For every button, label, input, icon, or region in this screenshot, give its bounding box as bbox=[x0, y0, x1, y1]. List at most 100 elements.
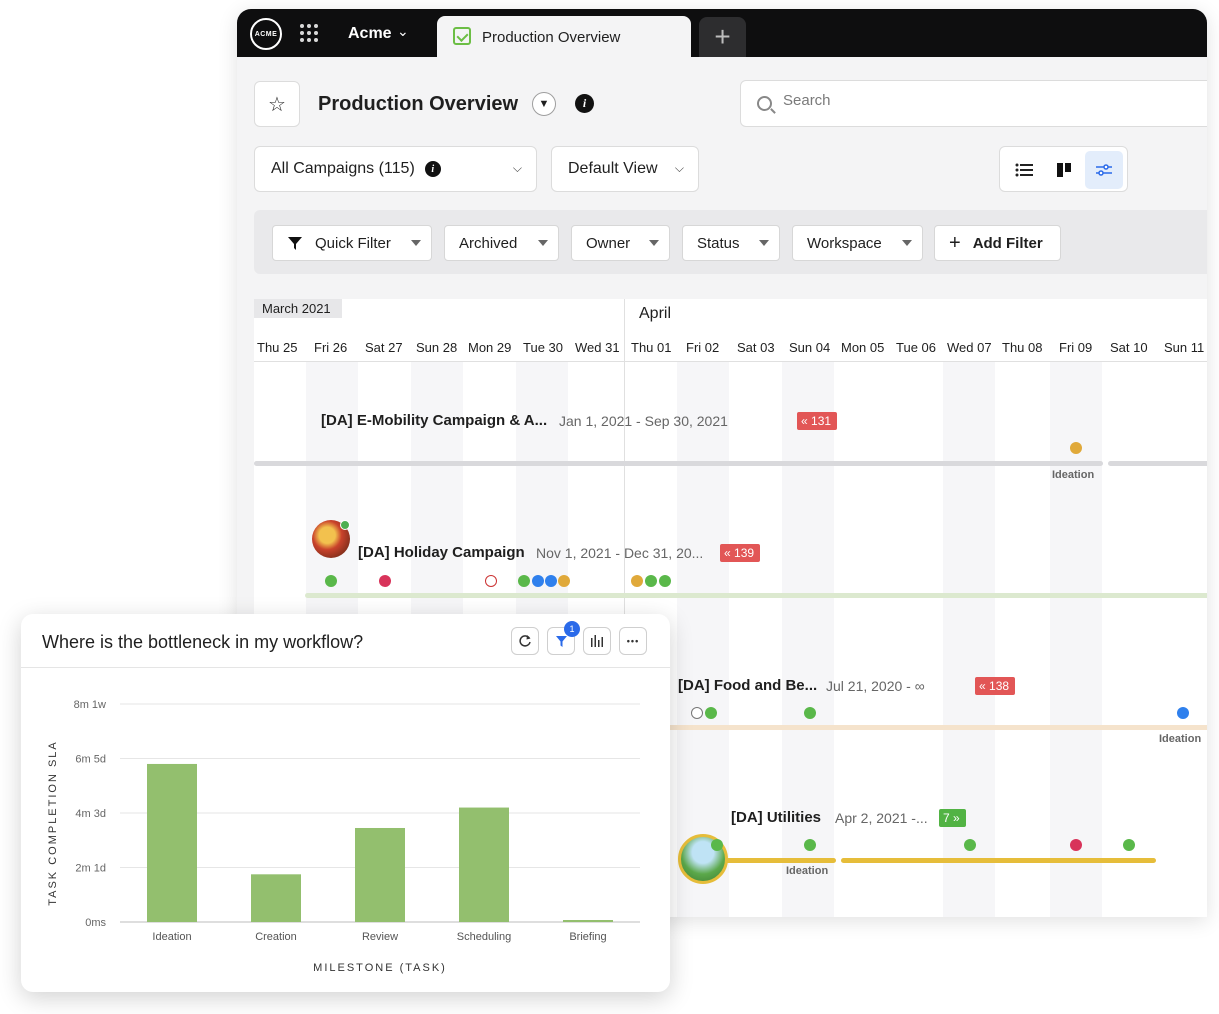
day-label: Fri 09 bbox=[1059, 340, 1093, 355]
app-grid-icon[interactable] bbox=[300, 24, 318, 42]
y-tick-label: 2m 1d bbox=[75, 863, 106, 875]
milestone-dot[interactable] bbox=[631, 575, 643, 587]
owner-label: Owner bbox=[586, 234, 631, 252]
refresh-button[interactable] bbox=[511, 627, 539, 655]
campaigns-dropdown[interactable]: All Campaigns (115) i ⌵ bbox=[254, 146, 537, 192]
timeline-view-button[interactable] bbox=[1085, 151, 1123, 189]
bar-chart-icon bbox=[591, 635, 603, 647]
header-divider bbox=[254, 361, 1207, 362]
milestone-dot[interactable] bbox=[379, 575, 391, 587]
milestone-dot[interactable] bbox=[1177, 707, 1189, 719]
tab-production-overview[interactable]: Production Overview bbox=[437, 16, 691, 57]
status-filter[interactable]: Status bbox=[682, 225, 780, 261]
info-icon[interactable]: i bbox=[575, 94, 594, 113]
board-view-button[interactable] bbox=[1045, 151, 1083, 189]
title-dropdown-button[interactable]: ▼ bbox=[532, 92, 556, 116]
workspace-label: Workspace bbox=[807, 234, 882, 252]
campaign-title[interactable]: [DA] Utilities bbox=[731, 809, 821, 826]
card-title: Where is the bottleneck in my workflow? bbox=[42, 632, 364, 652]
overdue-flag[interactable]: « 131 bbox=[797, 412, 838, 430]
view-toggle-group bbox=[999, 146, 1128, 192]
view-dropdown[interactable]: Default View ⌵ bbox=[551, 146, 699, 192]
day-label: Sun 28 bbox=[416, 340, 458, 355]
view-dropdown-label: Default View bbox=[568, 160, 658, 177]
month-label-march: March 2021 bbox=[254, 299, 342, 318]
top-bar: ACME Acme ⌄ Production Overview + bbox=[237, 9, 1207, 57]
campaign-bar[interactable] bbox=[634, 725, 1207, 730]
day-label: Sat 27 bbox=[365, 340, 403, 355]
campaign-dates: Nov 1, 2021 - Dec 31, 20... bbox=[536, 545, 704, 561]
day-label: Fri 02 bbox=[686, 340, 720, 355]
milestone-dot[interactable] bbox=[558, 575, 570, 587]
milestone-dot[interactable] bbox=[964, 839, 976, 851]
flag-count: 131 bbox=[811, 414, 832, 428]
milestone-dot[interactable] bbox=[1070, 839, 1082, 851]
campaign-title[interactable]: [DA] E-Mobility Campaign & A... bbox=[321, 412, 547, 429]
weekend-stripe bbox=[943, 362, 995, 917]
favorite-star-button[interactable]: ☆ bbox=[254, 81, 300, 127]
milestone-dot[interactable] bbox=[705, 707, 717, 719]
overdue-flag[interactable]: « 138 bbox=[975, 677, 1016, 695]
milestone-dot[interactable] bbox=[518, 575, 530, 587]
bar bbox=[147, 763, 197, 922]
milestone-dot[interactable] bbox=[545, 575, 557, 587]
campaign-title[interactable]: [DA] Food and Be... bbox=[678, 677, 817, 694]
y-tick-label: 8m 1w bbox=[74, 699, 106, 711]
campaign-dates: Jul 21, 2020 - ∞ bbox=[826, 678, 925, 694]
day-label: Sat 10 bbox=[1110, 340, 1148, 355]
caret-down-icon bbox=[411, 240, 421, 246]
milestone-dot[interactable] bbox=[1123, 839, 1135, 851]
chevron-down-icon[interactable]: ⌄ bbox=[397, 23, 409, 40]
campaigns-dropdown-label: All Campaigns (115) bbox=[271, 160, 415, 177]
day-label: Wed 07 bbox=[947, 340, 992, 355]
day-label: Sun 04 bbox=[789, 340, 831, 355]
y-axis-label: TASK COMPLETION SLA bbox=[47, 740, 59, 906]
chart-type-button[interactable] bbox=[583, 627, 611, 655]
campaign-bar[interactable] bbox=[305, 593, 1207, 598]
workspace-filter[interactable]: Workspace bbox=[792, 225, 923, 261]
milestone-dot[interactable] bbox=[691, 707, 703, 719]
day-label: Mon 05 bbox=[841, 340, 885, 355]
board-icon bbox=[1057, 163, 1071, 177]
search-input[interactable] bbox=[783, 92, 1183, 109]
milestone-dot[interactable] bbox=[659, 575, 671, 587]
campaign-bar[interactable] bbox=[724, 858, 836, 863]
add-tab-button[interactable]: + bbox=[699, 17, 746, 57]
caret-down-icon bbox=[649, 240, 659, 246]
chevron-down-icon: ⌵ bbox=[512, 161, 522, 175]
bar bbox=[563, 920, 613, 922]
quick-filter-button[interactable]: Quick Filter bbox=[272, 225, 432, 261]
acme-logo[interactable]: ACME bbox=[250, 18, 282, 50]
milestone-dot[interactable] bbox=[325, 575, 337, 587]
campaign-bar[interactable] bbox=[254, 461, 1103, 466]
milestone-dot[interactable] bbox=[711, 839, 723, 851]
double-chevron-left-icon: « bbox=[979, 679, 990, 693]
add-filter-button[interactable]: + Add Filter bbox=[934, 225, 1061, 261]
bar-chart: 0ms 2m 1d 4m 3d 6m 5d 8m 1w Ideation Creation R… bbox=[47, 699, 640, 974]
calendar-check-icon bbox=[453, 27, 471, 45]
campaign-bar[interactable] bbox=[841, 858, 1156, 863]
overdue-flag[interactable]: « 139 bbox=[720, 544, 761, 562]
campaign-bar[interactable] bbox=[1108, 461, 1207, 466]
milestone-dot[interactable] bbox=[804, 707, 816, 719]
list-view-button[interactable] bbox=[1005, 151, 1043, 189]
plus-icon: + bbox=[949, 231, 961, 254]
milestone-dot[interactable] bbox=[645, 575, 657, 587]
milestone-dot[interactable] bbox=[804, 839, 816, 851]
org-switcher[interactable]: Acme bbox=[348, 25, 392, 43]
bar bbox=[459, 807, 509, 922]
more-options-button[interactable]: ••• bbox=[619, 627, 647, 655]
milestone-label: Ideation bbox=[1052, 469, 1095, 481]
archived-filter[interactable]: Archived bbox=[444, 225, 559, 261]
x-axis-label: MILESTONE (TASK) bbox=[313, 962, 447, 974]
owner-filter[interactable]: Owner bbox=[571, 225, 670, 261]
campaign-title[interactable]: [DA] Holiday Campaign bbox=[358, 544, 525, 561]
on-track-flag[interactable]: 7 » bbox=[939, 809, 966, 827]
milestone-dot[interactable] bbox=[485, 575, 497, 587]
day-label: Thu 25 bbox=[257, 340, 298, 355]
milestone-dot[interactable] bbox=[532, 575, 544, 587]
x-tick-label: Review bbox=[362, 931, 398, 943]
milestone-dot[interactable] bbox=[1070, 442, 1082, 454]
info-icon[interactable]: i bbox=[424, 161, 441, 177]
day-label: Tue 06 bbox=[896, 340, 936, 355]
